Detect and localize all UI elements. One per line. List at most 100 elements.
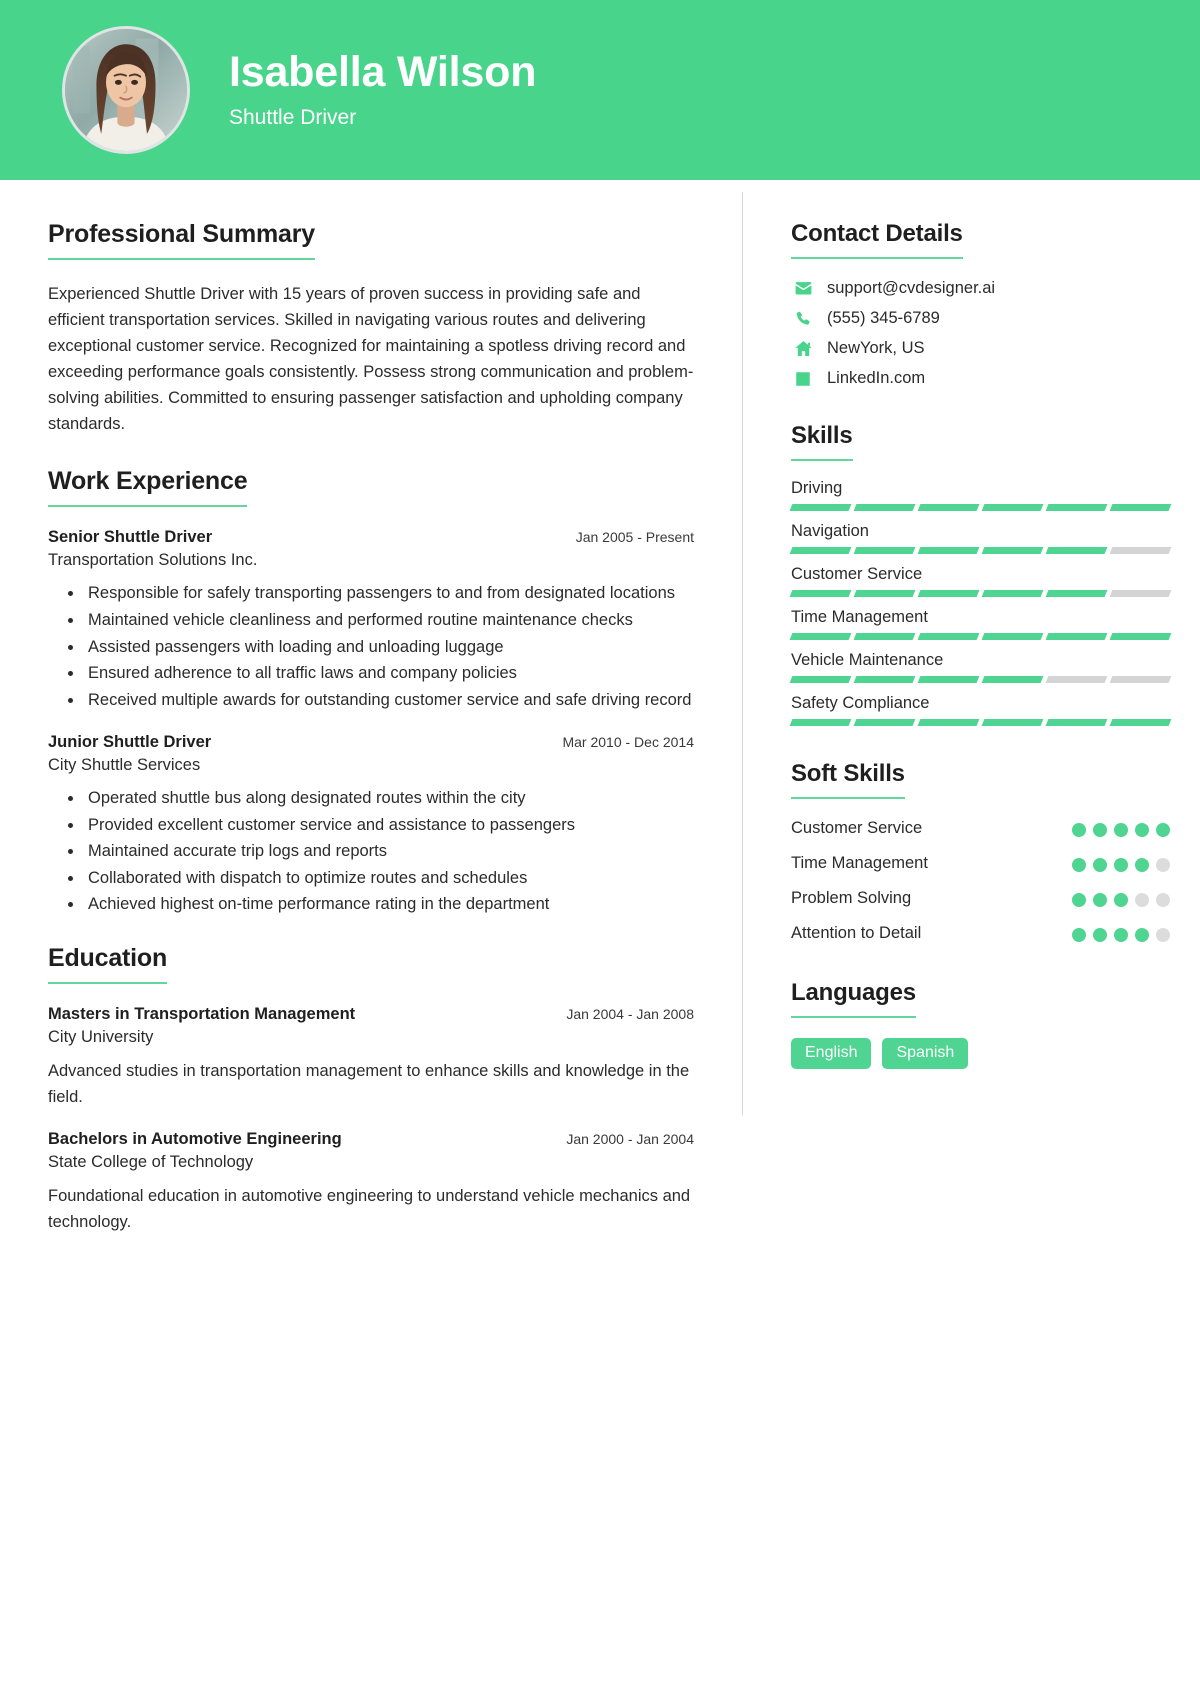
section-heading-education: Education (48, 944, 167, 984)
skill-bar-segment (1045, 504, 1108, 511)
phone-icon (791, 310, 815, 328)
skill-bar-segment (853, 676, 916, 683)
skill-item: Time Management (789, 608, 1172, 640)
soft-skill-rating (1072, 852, 1170, 873)
portrait-photo-icon (65, 29, 187, 151)
skill-level-bar (789, 547, 1172, 554)
soft-skill-rating (1072, 922, 1170, 943)
rating-dot (1093, 893, 1107, 908)
work-bullets: Responsible for safely transporting pass… (48, 581, 694, 713)
section-heading-contact: Contact Details (791, 220, 963, 259)
avatar (62, 26, 190, 154)
skill-label: Navigation (791, 522, 869, 540)
skill-bar-segment (981, 719, 1044, 726)
rating-dot (1093, 858, 1107, 873)
work-company: Transportation Solutions Inc. (48, 551, 258, 570)
contact-value-location: NewYork, US (827, 339, 925, 357)
section-skills: Skills Driving Navigation Customer Service… (789, 422, 1172, 726)
skill-bar-segment (853, 633, 916, 640)
language-chip: English (791, 1038, 872, 1070)
language-chip: Spanish (882, 1038, 969, 1070)
rating-dot (1114, 893, 1128, 908)
section-heading-skills: Skills (791, 422, 853, 461)
skill-bar-segment (1109, 633, 1172, 640)
work-date: Jan 2005 - Present (575, 529, 694, 546)
soft-skill-label: Time Management (791, 854, 928, 873)
contact-item-phone[interactable]: (555) 345-6789 (791, 309, 1170, 328)
rating-dot (1093, 823, 1107, 837)
rating-dot (1072, 928, 1086, 943)
skill-level-bar (789, 590, 1172, 597)
resume-page: Isabella Wilson Shuttle Driver Professio… (0, 0, 1200, 1684)
section-soft-skills: Soft Skills Customer Service Time Managem… (791, 760, 1170, 945)
linkedin-icon (791, 370, 815, 388)
section-heading-work: Work Experience (48, 467, 248, 508)
soft-skill-item: Problem Solving (791, 887, 1170, 910)
work-company: City Shuttle Services (48, 756, 201, 775)
header-text-block: Isabella Wilson Shuttle Driver (229, 50, 536, 130)
skill-bar-segment (917, 504, 980, 511)
rating-dot (1135, 858, 1149, 873)
list-item: Ensured adherence to all traffic laws an… (84, 661, 694, 687)
soft-skill-item: Time Management (791, 852, 1170, 875)
skill-level-bar (789, 676, 1172, 683)
contact-item-location[interactable]: NewYork, US (791, 339, 1170, 358)
skill-bar-segment (1045, 590, 1108, 597)
skill-bar-segment (853, 719, 916, 726)
rating-dot (1093, 928, 1107, 943)
skill-bar-segment (853, 504, 916, 511)
skill-label: Driving (791, 479, 843, 497)
skill-bar-segment (1109, 547, 1172, 554)
skill-label: Safety Compliance (791, 694, 930, 712)
education-degree: Bachelors in Automotive Engineering (48, 1130, 342, 1149)
main-column: Professional Summary Experienced Shuttle… (0, 186, 742, 1295)
contact-value-email: support@cvdesigner.ai (827, 279, 996, 297)
contact-value-linkedin: LinkedIn.com (827, 369, 926, 387)
section-heading-languages: Languages (791, 979, 916, 1019)
section-languages: Languages English Spanish (791, 979, 1170, 1070)
skill-bar-segment (981, 590, 1044, 597)
skill-bar-segment (789, 547, 852, 554)
work-bullets: Operated shuttle bus along designated ro… (48, 786, 694, 918)
list-item: Maintained accurate trip logs and report… (84, 839, 694, 865)
soft-skill-label: Customer Service (791, 819, 923, 837)
education-entry-header: Bachelors in Automotive Engineering Jan … (48, 1130, 694, 1149)
work-entry-header: Junior Shuttle Driver Mar 2010 - Dec 201… (48, 733, 694, 752)
rating-dot (1135, 893, 1149, 908)
soft-skills-list: Customer Service Time Management Problem S… (791, 817, 1170, 945)
skill-bar-segment (981, 633, 1044, 640)
skill-item: Customer Service (789, 565, 1172, 597)
list-item: Responsible for safely transporting pass… (84, 581, 694, 607)
contact-item-linkedin[interactable]: LinkedIn.com (791, 369, 1170, 388)
resume-body: Professional Summary Experienced Shuttle… (0, 180, 1200, 1295)
work-role: Senior Shuttle Driver (48, 528, 213, 547)
education-school: State College of Technology (48, 1153, 254, 1172)
rating-dot (1156, 858, 1170, 873)
skill-item: Safety Compliance (789, 694, 1172, 726)
soft-skill-rating (1072, 817, 1170, 837)
skill-item: Navigation (789, 522, 1172, 554)
contact-item-email[interactable]: support@cvdesigner.ai (791, 279, 1170, 298)
work-date: Mar 2010 - Dec 2014 (562, 734, 694, 751)
rating-dot (1135, 823, 1149, 837)
rating-dot (1114, 928, 1128, 943)
skills-list: Driving Navigation Customer Service Time Ma… (789, 479, 1172, 726)
work-entry-header: Senior Shuttle Driver Jan 2005 - Present (48, 528, 694, 547)
skill-level-bar (789, 504, 1172, 511)
soft-skill-rating (1072, 887, 1170, 908)
skill-bar-segment (789, 719, 852, 726)
skill-bar-segment (981, 676, 1044, 683)
skill-bar-segment (1045, 633, 1108, 640)
rating-dot (1072, 858, 1086, 873)
resume-header: Isabella Wilson Shuttle Driver (0, 0, 1200, 180)
rating-dot (1156, 893, 1170, 908)
skill-bar-segment (789, 590, 852, 597)
section-professional-summary: Professional Summary Experienced Shuttle… (48, 220, 694, 437)
soft-skill-item: Customer Service (791, 817, 1170, 840)
skill-bar-segment (917, 547, 980, 554)
candidate-job-title: Shuttle Driver (229, 105, 357, 129)
contact-list: support@cvdesigner.ai (555) 345-6789 New… (791, 279, 1170, 388)
summary-text: Experienced Shuttle Driver with 15 years… (48, 285, 694, 434)
work-entry: Junior Shuttle Driver Mar 2010 - Dec 201… (48, 733, 694, 918)
list-item: Maintained vehicle cleanliness and perfo… (84, 608, 694, 634)
